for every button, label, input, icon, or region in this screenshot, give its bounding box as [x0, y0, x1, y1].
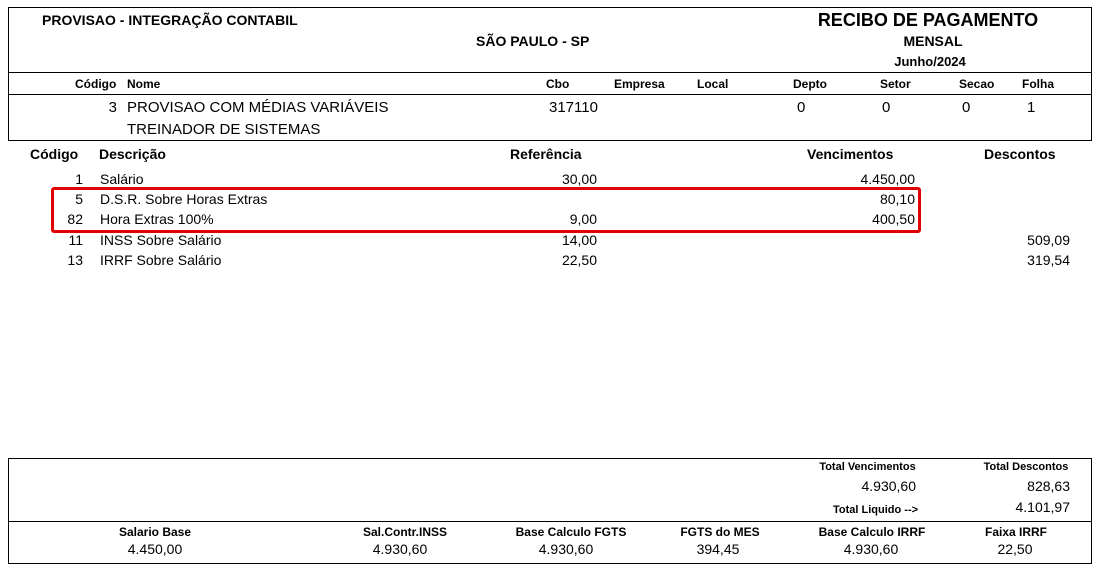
footer-value-base-calculo-fgts: 4.930,60 [538, 541, 594, 557]
emp-header-setor: Setor [880, 77, 911, 91]
emp-header-cbo: Cbo [546, 77, 570, 91]
highlight-box [51, 187, 921, 233]
footer-label-fgts-do-mes: FGTS do MES [680, 525, 760, 539]
company-name: PROVISAO - INTEGRAÇÃO CONTABIL [42, 12, 298, 28]
emp-header-folha: Folha [1022, 77, 1054, 91]
total-descontos-label: Total Descontos [983, 461, 1069, 473]
item-codigo: 1 [75, 171, 83, 187]
footer-label-salario-base: Salario Base [118, 525, 192, 539]
footer-value-sal-contr-inss: 4.930,60 [372, 541, 428, 557]
total-vencimentos-value: 4.930,60 [861, 478, 917, 494]
emp-folha: 1 [1027, 99, 1036, 116]
emp-nome: PROVISAO COM MÉDIAS VARIÁVEIS [127, 99, 389, 116]
emp-depto: 0 [797, 99, 806, 116]
emp-setor: 0 [882, 99, 891, 116]
item-descontos: 319,54 [1027, 252, 1070, 268]
item-descricao: INSS Sobre Salário [100, 232, 222, 248]
totals-divider [8, 521, 1092, 522]
item-descricao: Salário [100, 171, 144, 187]
emp-header-secao: Secao [959, 77, 995, 91]
total-liquido-label: Total Liquido --> [833, 504, 919, 516]
emp-header-codigo: Código [75, 77, 117, 91]
emp-header-depto: Depto [793, 77, 827, 91]
employee-divider [8, 94, 1092, 95]
footer-value-salario-base: 4.450,00 [127, 541, 183, 557]
footer-value-base-calculo-irrf: 4.930,60 [843, 541, 899, 557]
items-header-descricao: Descrição [99, 146, 166, 162]
emp-header-nome: Nome [127, 77, 161, 91]
items-header-referencia: Referência [510, 146, 582, 162]
footer-label-sal-contr-inss: Sal.Contr.INSS [362, 525, 448, 539]
footer-value-faixa-irrf: 22,50 [997, 541, 1033, 557]
emp-header-empresa: Empresa [614, 77, 665, 91]
item-referencia: 22,50 [561, 252, 597, 268]
footer-label-base-calculo-irrf: Base Calculo IRRF [818, 525, 926, 539]
item-referencia: 14,00 [561, 232, 597, 248]
emp-cargo: TREINADOR DE SISTEMAS [127, 121, 321, 138]
footer-label-faixa-irrf: Faixa IRRF [984, 525, 1047, 539]
total-descontos-value: 828,63 [1027, 478, 1070, 494]
emp-secao: 0 [962, 99, 971, 116]
footer-value-fgts-do-mes: 394,45 [696, 541, 740, 557]
footer-label-base-calculo-fgts: Base Calculo FGTS [515, 525, 627, 539]
total-liquido-value: 4.101,97 [1015, 499, 1071, 515]
item-codigo: 13 [67, 252, 83, 268]
items-header-vencimentos: Vencimentos [807, 146, 894, 162]
emp-codigo: 3 [108, 99, 117, 116]
item-descricao: IRRF Sobre Salário [100, 252, 222, 268]
item-codigo: 11 [68, 232, 83, 248]
items-header-descontos: Descontos [984, 146, 1056, 162]
city: SÃO PAULO - SP [476, 33, 590, 49]
header-divider [8, 72, 1092, 73]
item-referencia: 30,00 [561, 171, 597, 187]
emp-cbo: 317110 [549, 99, 598, 116]
emp-header-local: Local [697, 77, 729, 91]
items-header-codigo: Código [30, 146, 79, 162]
item-descontos: 509,09 [1027, 232, 1070, 248]
total-vencimentos-label: Total Vencimentos [819, 461, 916, 473]
period: Junho/2024 [894, 54, 966, 69]
document-title: RECIBO DE PAGAMENTO [817, 10, 1039, 30]
item-vencimentos: 4.450,00 [860, 171, 916, 187]
period-type: MENSAL [903, 33, 963, 49]
